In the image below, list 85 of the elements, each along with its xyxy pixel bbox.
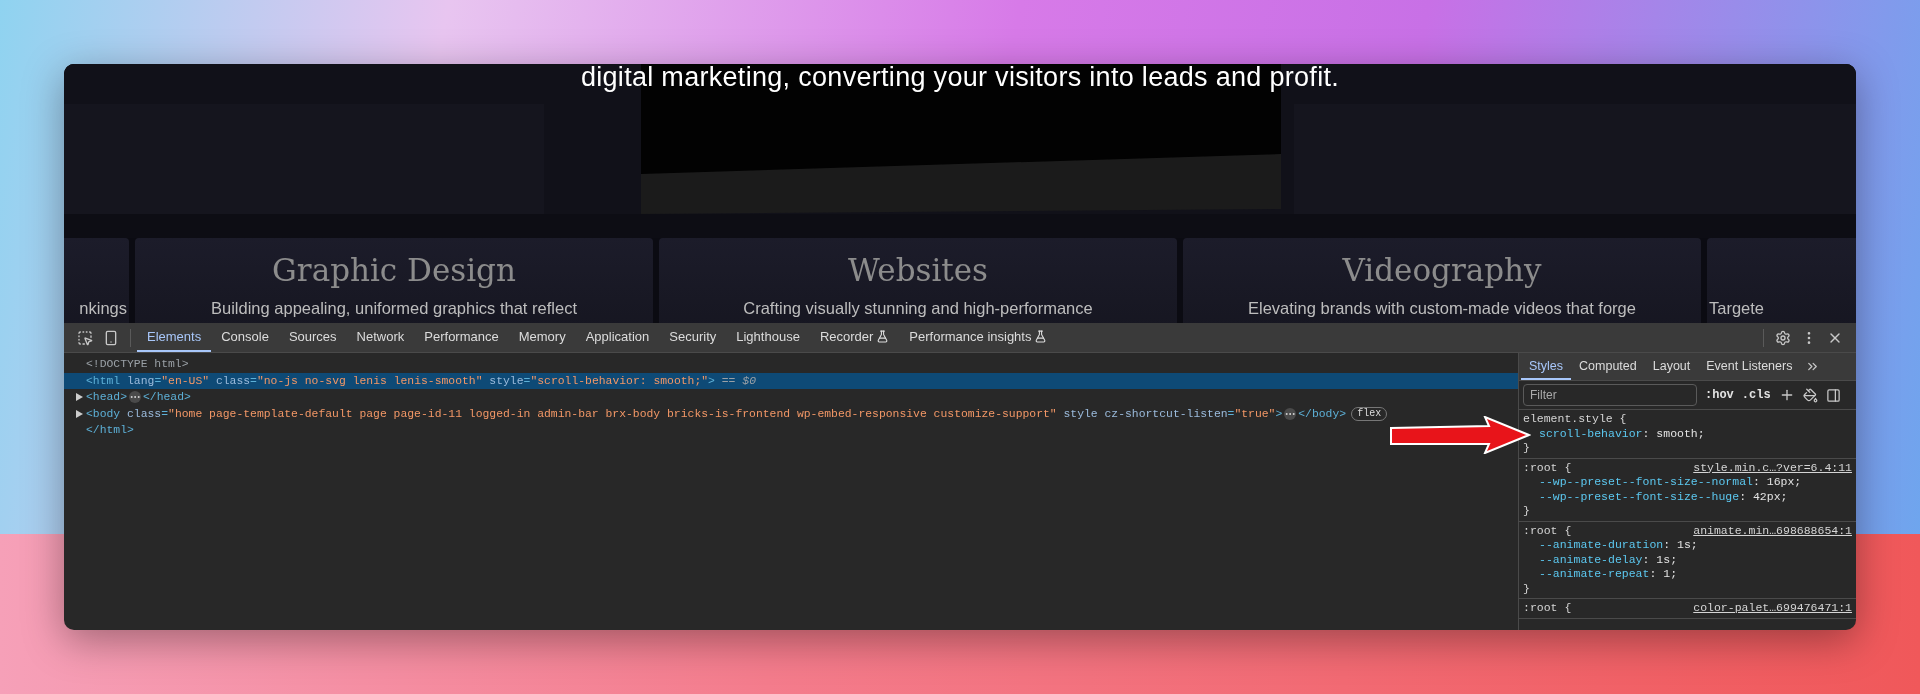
dom-node[interactable]: <body class="home page-template-default page page-id-11 logged-in admin-bar brx-body bricks-is-frontend wp-embed-responsive customize-support" style cz-shortcut-listen="true"> </body> flex [64,405,1388,422]
ellipsis-icon[interactable] [1284,407,1297,420]
markup-text: lang [126,374,155,387]
markup-text: <!DOCTYPE html> [86,358,189,371]
markup-text: class [126,407,162,420]
closing-brace: } [1523,504,1530,517]
source-link[interactable]: animate.min…698688654:1 [1693,523,1852,538]
markup-text: = [154,374,162,387]
css-property: --animate-delay [1539,552,1643,566]
cls-button[interactable]: .cls [1741,388,1771,402]
devtools-tab[interactable]: Console [211,323,279,352]
markup-text: <html [86,374,121,387]
markup-text: "no-js no-svg lenis lenis-smooth" [256,374,483,387]
dom-node[interactable]: <head> </head> [64,389,191,406]
expand-icon[interactable] [76,393,83,402]
markup-text: <head> [86,391,127,404]
sidebar-tab[interactable]: Event Listeners [1698,353,1801,380]
card-description: Building appealing, uniformed graphics that reflect [210,299,578,318]
devtools-tab[interactable]: Recorder [809,323,900,352]
devtools-tab[interactable]: Network [346,323,415,352]
sidebar-icon[interactable] [1825,387,1841,403]
markup-text: <body [86,407,121,420]
markup-text: = [161,407,169,420]
devtools-tab[interactable]: Application [575,323,660,352]
devtools-tab[interactable]: Sources [278,323,347,352]
markup-text: style [488,374,524,387]
filter-field[interactable]: Filter [1523,384,1697,406]
closing-brace: } [1523,581,1530,595]
css-property: scroll-behavior [1539,426,1643,440]
markup-text: == $0 [720,374,756,387]
devtools-tab[interactable]: Lighthouse [726,323,810,352]
headline: digital marketing, converting your visitors into leads and profit. [579,64,1341,93]
source-link[interactable]: style.min.c…?ver=6.4:11 [1693,460,1852,475]
css-property: --wp--preset--font-size--huge [1539,489,1740,503]
markup-text: > [708,374,715,387]
devtools-tab[interactable]: Memory [508,323,576,352]
markup-text: = [1227,407,1235,420]
devtools-tab[interactable]: Performance insights [899,323,1058,352]
css-property: --animate-duration [1539,538,1664,551]
css-selector: element.style { [1523,412,1627,427]
card-description: Targete [1708,299,1766,318]
markup-text: = [250,374,257,387]
dom-node[interactable]: <!DOCTYPE html> [64,356,189,373]
markup-text: </head> [143,391,191,404]
markup-text: "en-US" [161,374,210,387]
hov-button[interactable]: :hov [1705,388,1734,402]
css-property: --wp--preset--font-size--normal [1539,475,1753,488]
card-title: Websites [847,252,989,290]
expand-icon[interactable] [76,409,83,418]
card-title: Videography [1342,252,1542,290]
markup-text: > [1275,407,1283,420]
css-value: : 1s; [1642,552,1678,566]
sidebar-tab[interactable]: Layout [1644,353,1699,380]
css-value: : 1s; [1663,538,1698,551]
css-value: : 1; [1649,567,1678,580]
markup-text: </body> [1298,407,1347,420]
markup-text: </html> [86,424,134,437]
markup-text: = [523,374,531,387]
markup-text: "home page-template-default page page-id-11 logged-in admin-bar brx-body bricks-is-frontend wp-embed-responsive customize-support" [168,407,1057,420]
sidebar-tab[interactable]: Computed [1571,353,1645,380]
css-value: : smooth; [1642,426,1705,440]
card-description: Elevating brands with custom-made videos that forge [1247,299,1637,318]
card-description: nkings [78,299,128,318]
css-value: : 16px; [1752,475,1802,488]
dom-node[interactable]: <html lang="en-US" class="no-js no-svg lenis lenis-smooth" style="scroll-behavior: smooth;"> == $0 [64,372,1518,389]
css-value: : 42px; [1739,489,1788,503]
css-property: --animate-repeat [1539,567,1650,580]
closing-brace: } [1523,441,1530,454]
markup-text: "scroll-behavior: smooth;" [530,374,709,387]
css-selector: :root { [1523,601,1572,616]
source-link[interactable]: color-palet…699476471:1 [1693,601,1852,616]
sidebar-tab[interactable]: Styles [1521,353,1572,380]
card-title: Graphic Design [272,252,516,290]
markup-text: "true" [1234,407,1276,420]
dom-node[interactable]: </html> [64,422,134,439]
devtools-tab[interactable]: Security [659,323,727,352]
devtools-tab[interactable]: Performance [414,323,509,352]
ellipsis-icon[interactable] [129,391,141,404]
css-selector: :root { [1523,523,1572,538]
card-description: Crafting visually stunning and high-performance [742,299,1094,318]
css-selector: :root { [1523,460,1572,475]
paint-icon[interactable] [1802,387,1818,403]
markup-text: class [214,374,251,387]
markup-text: style cz-shortcut-listen [1062,407,1228,420]
devtools-tab[interactable]: Elements [137,323,212,352]
